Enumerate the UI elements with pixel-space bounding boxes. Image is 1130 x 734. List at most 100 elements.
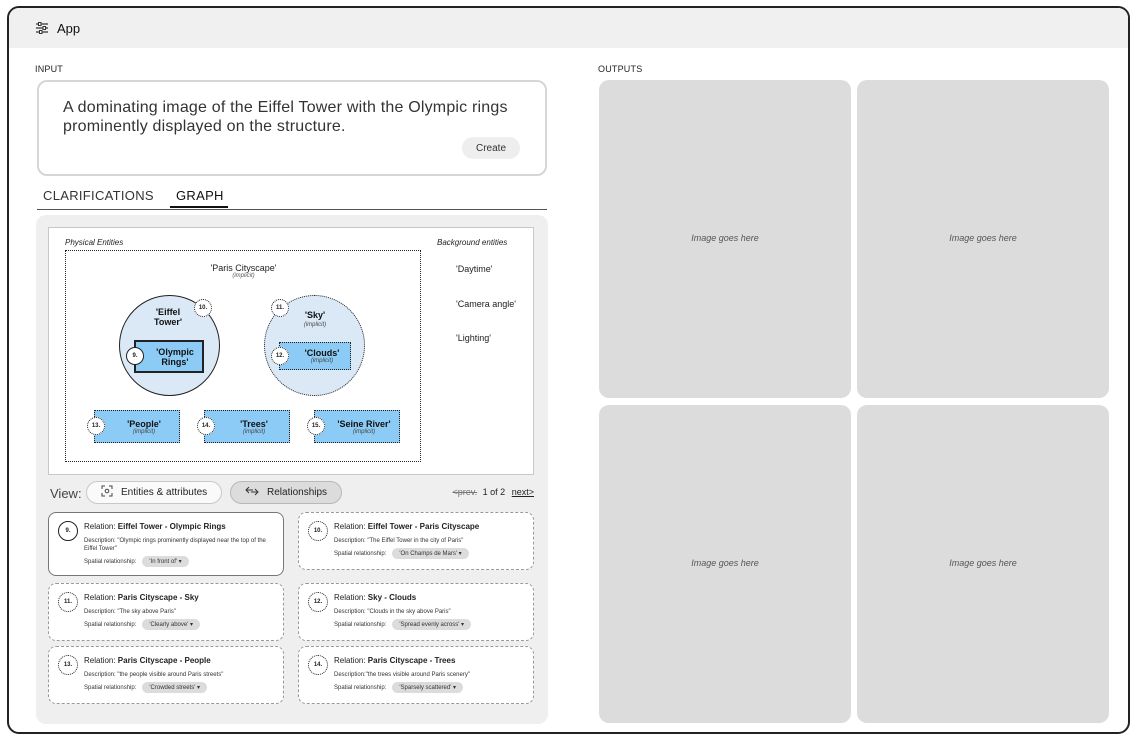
relation-title: Relation: Paris Cityscape - People — [84, 656, 211, 665]
create-button[interactable]: Create — [461, 137, 520, 159]
eiffel-tower-name: 'Eiffel Tower' — [154, 307, 182, 327]
next-page-link[interactable]: next> — [512, 487, 534, 497]
relation-spatial: Spatial relationship: 'Clearly above' ▾ — [84, 619, 201, 630]
relation-spatial: Spatial relationship: 'Sparsely scattere… — [334, 682, 464, 693]
eiffel-tower-number: 10. — [194, 299, 212, 317]
relation-title: Relation: Eiffel Tower - Olympic Rings — [84, 522, 226, 531]
sky-name: 'Sky' — [304, 310, 326, 320]
output-image[interactable]: Image goes here — [857, 80, 1109, 398]
trees-number: 14. — [197, 417, 215, 435]
clouds-entity[interactable]: 'Clouds' (implicit) — [279, 342, 351, 370]
tab-bar: CLARIFICATIONS GRAPH — [37, 188, 547, 210]
sky-number: 11. — [271, 299, 289, 317]
prompt-input[interactable]: A dominating image of the Eiffel Tower w… — [37, 80, 547, 176]
relation-title: Relation: Eiffel Tower - Paris Cityscape — [334, 522, 480, 531]
physical-entities-box: 'Paris Cityscape' (implicit) 10. 'Eiffel… — [65, 250, 421, 462]
relation-title: Relation: Sky - Clouds — [334, 593, 417, 602]
background-entity-lighting[interactable]: 'Lighting' — [456, 333, 491, 343]
app-title: App — [57, 20, 81, 36]
app-window: App INPUT A dominating image of the Eiff… — [7, 6, 1130, 734]
relation-card[interactable]: 12. Relation: Sky - Clouds Description: … — [298, 583, 534, 641]
relation-title: Relation: Paris Cityscape - Trees — [334, 656, 456, 665]
relation-card[interactable]: 9. Relation: Eiffel Tower - Olympic Ring… — [48, 512, 284, 576]
olympic-rings-number: 9. — [126, 347, 144, 365]
spatial-dropdown[interactable]: 'Clearly above' ▾ — [142, 619, 201, 630]
output-placeholder: Image goes here — [691, 233, 759, 243]
seine-river-note: (implicit) — [352, 428, 376, 435]
output-placeholder: Image goes here — [949, 558, 1017, 568]
scene-entity-name: 'Paris Cityscape' — [210, 263, 277, 273]
input-section-label: INPUT — [35, 64, 63, 74]
entities-attributes-button[interactable]: Entities & attributes — [86, 481, 223, 504]
pagination: <prev. 1 of 2 next> — [453, 487, 534, 497]
spatial-dropdown[interactable]: 'On Champs de Mars' ▾ — [392, 548, 469, 559]
relation-number: 10. — [308, 521, 328, 541]
spatial-label: Spatial relationship: — [84, 621, 137, 628]
clouds-note: (implicit) — [310, 358, 334, 364]
scene-entity-note: (implicit) — [232, 273, 255, 279]
background-entity-daytime[interactable]: 'Daytime' — [456, 264, 492, 274]
output-image[interactable]: Image goes here — [599, 80, 851, 398]
physical-entities-label: Physical Entities — [65, 238, 124, 247]
people-entity[interactable]: 'People' (implicit) — [94, 410, 180, 443]
output-image[interactable]: Image goes here — [599, 405, 851, 723]
relation-pair: Paris Cityscape - People — [117, 656, 211, 665]
tab-graph[interactable]: GRAPH — [170, 188, 228, 208]
entities-attributes-label: Entities & attributes — [121, 487, 208, 498]
trees-note: (implicit) — [242, 428, 266, 435]
seine-river-entity[interactable]: 'Seine River' (implicit) — [314, 410, 400, 443]
trees-name: 'Trees' — [240, 418, 268, 429]
view-label: View: — [50, 486, 82, 501]
scene-entity[interactable]: 'Paris Cityscape' (implicit) — [166, 263, 321, 279]
olympic-rings-entity[interactable]: 'Olympic Rings' — [134, 340, 204, 373]
relation-description: Description: "Olympic rings prominently … — [84, 538, 266, 552]
app-settings-icon[interactable] — [35, 21, 49, 35]
output-placeholder: Image goes here — [691, 558, 759, 568]
relation-description: Description: "The sky above Paris" — [84, 609, 176, 615]
spatial-label: Spatial relationship: — [84, 558, 137, 565]
relation-card[interactable]: 11. Relation: Paris Cityscape - Sky Desc… — [48, 583, 284, 641]
prompt-text[interactable]: A dominating image of the Eiffel Tower w… — [63, 98, 533, 136]
relation-number: 14. — [308, 655, 328, 675]
relation-description: Description: "Clouds in the sky above Pa… — [334, 609, 451, 615]
relation-pair: Paris Cityscape - Sky — [117, 593, 199, 602]
olympic-rings-name: 'Olympic Rings' — [156, 346, 194, 367]
relation-number: 11. — [58, 592, 78, 612]
clouds-number: 12. — [271, 347, 289, 365]
relation-description: Description: "The Eiffel Tower in the ci… — [334, 538, 464, 544]
background-entity-camera-angle[interactable]: 'Camera angle' — [456, 299, 516, 309]
relation-spatial: Spatial relationship: 'Crowded streets' … — [84, 682, 208, 693]
relation-pair: Eiffel Tower - Olympic Rings — [117, 522, 226, 531]
relation-spatial: Spatial relationship: 'On Champs de Mars… — [334, 548, 469, 559]
spatial-dropdown[interactable]: 'Spread evenly across' ▾ — [392, 619, 472, 630]
trees-entity[interactable]: 'Trees' (implicit) — [204, 410, 290, 443]
seine-river-number: 15. — [307, 417, 325, 435]
relation-description: Description:"the trees visible around Pa… — [334, 672, 470, 678]
relation-spatial: Spatial relationship: 'In front of' ▾ — [84, 556, 189, 567]
relation-number: 12. — [308, 592, 328, 612]
sky-label: 'Sky' (implicit) — [294, 310, 336, 330]
relation-card[interactable]: 10. Relation: Eiffel Tower - Paris Citys… — [298, 512, 534, 570]
relation-card[interactable]: 14. Relation: Paris Cityscape - Trees De… — [298, 646, 534, 704]
spatial-dropdown[interactable]: 'In front of' ▾ — [142, 556, 189, 567]
view-toggle-row: View: Entities & attributes Relationship… — [48, 481, 534, 505]
tab-clarifications[interactable]: CLARIFICATIONS — [43, 188, 154, 203]
people-name: 'People' — [127, 418, 161, 429]
prev-page-link[interactable]: <prev. — [453, 487, 478, 497]
output-image[interactable]: Image goes here — [857, 405, 1109, 723]
spatial-dropdown[interactable]: 'Sparsely scattered' ▾ — [392, 682, 464, 693]
page-indicator: 1 of 2 — [482, 487, 506, 497]
relation-title: Relation: Paris Cityscape - Sky — [84, 593, 199, 602]
spatial-dropdown[interactable]: 'Crowded streets' ▾ — [142, 682, 208, 693]
relation-pair: Sky - Clouds — [367, 593, 417, 602]
relation-pair: Eiffel Tower - Paris Cityscape — [367, 522, 480, 531]
people-number: 13. — [87, 417, 105, 435]
graph-panel: Physical Entities Background entities 'P… — [36, 215, 548, 724]
relationships-button[interactable]: Relationships — [230, 481, 343, 504]
relation-card[interactable]: 13. Relation: Paris Cityscape - People D… — [48, 646, 284, 704]
relation-spatial: Spatial relationship: 'Spread evenly acr… — [334, 619, 472, 630]
relation-description: Description: "the people visible around … — [84, 672, 224, 678]
relationships-label: Relationships — [267, 487, 328, 498]
relation-pair: Paris Cityscape - Trees — [367, 656, 456, 665]
swap-arrows-icon — [245, 485, 259, 500]
